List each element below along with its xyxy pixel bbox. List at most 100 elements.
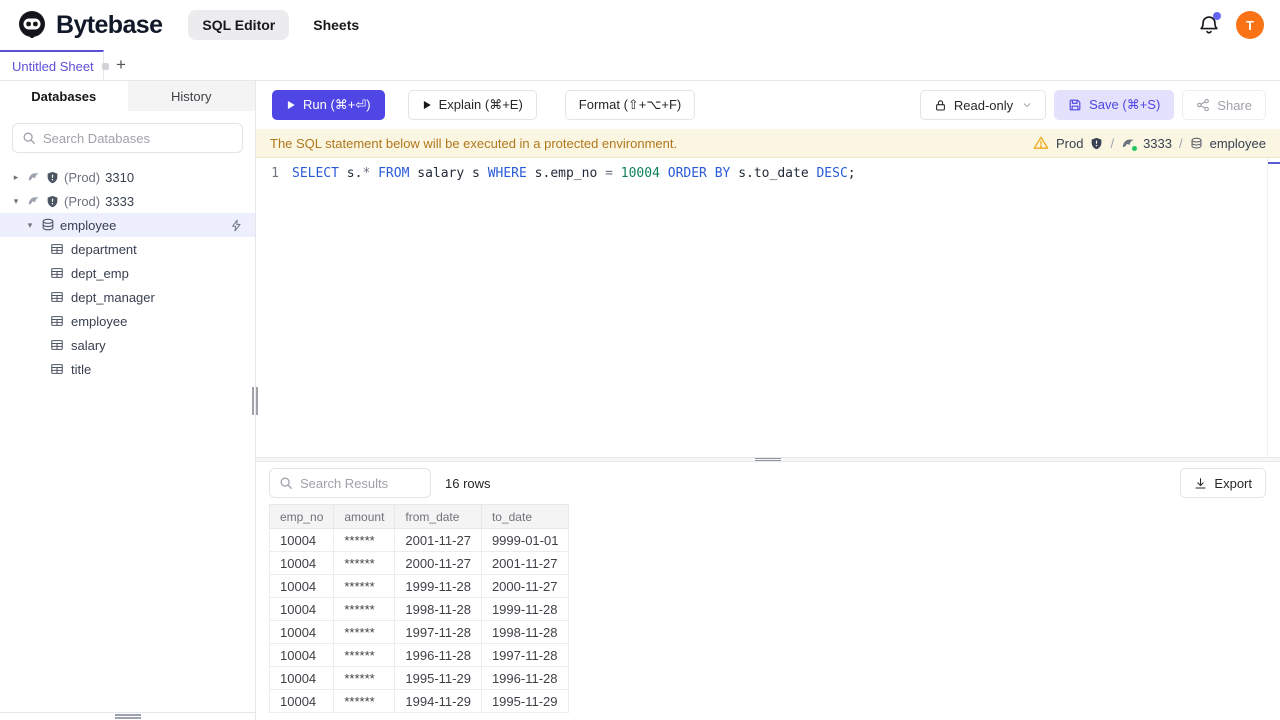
run-button[interactable]: Run (⌘+⏎) [272,90,385,120]
shield-icon [46,195,59,208]
search-results-input[interactable] [300,475,421,491]
export-button[interactable]: Export [1180,468,1266,498]
sidebar-table-title[interactable]: title [0,357,255,381]
top-nav: SQL Editor Sheets [188,10,373,40]
table-row[interactable]: 10004 ****** 1999-11-28 2000-11-27 [268,574,570,598]
connection-breadcrumb: Prod / 3333 / employee [1033,135,1266,151]
sheet-tab-label: Untitled Sheet [12,58,94,74]
main-panel: Run (⌘+⏎) Explain (⌘+E) Format (⇧+⌥+F) R… [256,81,1280,720]
database-name: employee [60,217,117,233]
column-header-from_date[interactable]: from_date [394,504,482,529]
database-icon [41,218,55,232]
sidebar-bottom-resize-handle[interactable] [0,712,255,720]
table-cell: 1996-11-28 [394,643,482,667]
content-area: Databases History ▸ [0,81,1280,720]
lightning-bolt-icon[interactable] [230,219,243,232]
table-row[interactable]: 10004 ****** 1997-11-28 1998-11-28 [268,620,570,644]
user-avatar[interactable]: T [1236,11,1264,39]
sidebar-table-department[interactable]: department [0,237,255,261]
table-name: dept_manager [71,289,155,305]
table-row[interactable]: 10004 ****** 1998-11-28 1999-11-28 [268,597,570,621]
table-icon [50,338,64,352]
chevron-down-icon[interactable]: ▾ [10,196,22,207]
sheet-tab-untitled[interactable]: Untitled Sheet [0,50,109,80]
table-cell: 10004 [268,643,335,667]
table-cell: ****** [333,643,396,667]
code-line-1[interactable]: 1 SELECT s.* FROM salary s WHERE s.emp_n… [256,163,1280,184]
sql-token: SELECT [292,166,339,181]
lock-icon [934,99,947,112]
explain-label: Explain (⌘+E) [438,97,523,112]
sql-token: salary s [409,166,488,181]
save-button[interactable]: Save (⌘+S) [1054,90,1175,120]
table-cell: 10004 [268,551,335,575]
sidebar-resize-handle[interactable] [252,386,259,415]
result-table-wrap: emp_no amount from_date to_date 10004 ******… [256,504,1280,720]
database-row-employee[interactable]: ▾ employee [0,213,255,237]
instance-row-3310[interactable]: ▸ (Prod) 3310 [0,165,255,189]
table-cell: 1999-11-28 [480,597,570,621]
breadcrumb-database[interactable]: employee [1210,136,1266,151]
chevron-right-icon[interactable]: ▸ [10,172,22,183]
nav-sheets[interactable]: Sheets [299,10,373,40]
table-name: salary [71,337,106,353]
table-cell: 1997-11-28 [394,620,482,644]
table-icon [50,314,64,328]
environment-label: Prod [1055,135,1084,151]
play-icon [286,100,296,110]
notification-bell-icon[interactable] [1198,12,1221,36]
brand[interactable]: Bytebase [16,9,163,41]
sidebar-table-salary[interactable]: salary [0,333,255,357]
instance-name: 3333 [105,193,135,209]
instance-row-3333[interactable]: ▾ (Prod) 3333 [0,189,255,213]
table-row[interactable]: 10004 ****** 2001-11-27 9999-01-01 [268,528,570,552]
sheet-tab-bar: Untitled Sheet + [0,50,1280,81]
app-window: Bytebase SQL Editor Sheets T Untitled Sh… [0,0,1280,720]
separator: / [1110,135,1115,151]
search-databases-input[interactable] [43,130,233,146]
readonly-label: Read-only [953,97,1014,113]
table-cell: 1998-11-28 [480,620,570,644]
mysql-instance-icon [27,170,41,184]
column-header-amount[interactable]: amount [333,504,396,529]
share-button[interactable]: Share [1182,90,1266,120]
chevron-down-icon[interactable]: ▾ [24,220,36,231]
column-header-to_date[interactable]: to_date [480,504,570,529]
nav-sql-editor[interactable]: SQL Editor [188,10,290,40]
sql-token: s. [338,166,363,181]
sql-token: s.emp_no [526,166,606,181]
sql-editor[interactable]: 1 SELECT s.* FROM salary s WHERE s.emp_n… [256,158,1280,457]
table-icon [50,266,64,280]
results-search-box[interactable] [269,468,431,498]
explain-button[interactable]: Explain (⌘+E) [407,90,537,120]
table-row[interactable]: 10004 ****** 1996-11-28 1997-11-28 [268,643,570,667]
sql-token: s.to_date [730,166,817,181]
shield-icon [46,171,59,184]
table-row[interactable]: 10004 ****** 1995-11-29 1996-11-28 [268,666,570,690]
table-name: employee [71,313,128,329]
breadcrumb-instance[interactable]: 3333 [1143,136,1172,151]
sql-token: WHERE [487,166,527,181]
add-sheet-button[interactable]: + [104,50,138,80]
format-button[interactable]: Format (⇧+⌥+F) [564,90,696,120]
sidebar-table-employee[interactable]: employee [0,309,255,333]
table-row[interactable]: 10004 ****** 2000-11-27 2001-11-27 [268,551,570,575]
share-label: Share [1217,97,1252,113]
table-cell: 2000-11-27 [394,551,482,575]
sidebar-table-dept_emp[interactable]: dept_emp [0,261,255,285]
protected-environment-banner: The SQL statement below will be executed… [256,129,1280,158]
table-row[interactable]: 10004 ****** 1994-11-29 1995-11-29 [268,689,570,713]
tab-databases[interactable]: Databases [0,81,128,111]
table-cell: 10004 [268,620,335,644]
tab-history[interactable]: History [128,81,256,111]
readonly-mode-dropdown[interactable]: Read-only [919,90,1047,120]
column-header-emp_no[interactable]: emp_no [268,504,335,529]
database-search-box[interactable] [12,123,243,153]
table-icon [50,362,64,376]
sidebar-table-dept_manager[interactable]: dept_manager [0,285,255,309]
editor-scrollbar-track[interactable] [1267,158,1268,457]
sql-token: FROM [378,166,410,181]
instance-name: 3310 [105,169,135,185]
table-cell: ****** [333,551,396,575]
